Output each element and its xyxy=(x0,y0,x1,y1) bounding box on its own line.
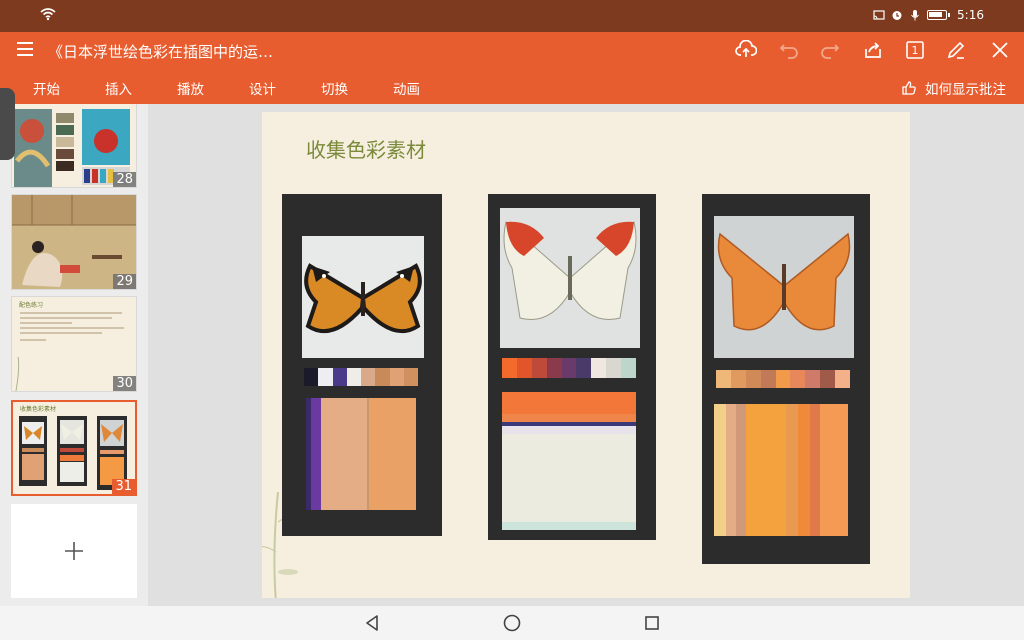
undo-icon[interactable] xyxy=(777,38,801,62)
slide-canvas: 收集色彩素材 xyxy=(148,104,1024,606)
slide-number: 29 xyxy=(113,274,136,289)
comment-help-label: 如何显示批注 xyxy=(925,82,1006,98)
slide-number: 31 xyxy=(112,479,135,494)
page-view-icon[interactable]: 1 xyxy=(903,38,927,62)
system-nav-bar xyxy=(0,606,1024,640)
slide-thumbnail-30[interactable]: 配色练习 30 xyxy=(11,296,137,392)
slide-thumbnail-31[interactable]: 收集色彩素材 31 xyxy=(11,400,137,496)
slide-thumbnail-28[interactable]: 28 xyxy=(11,104,137,188)
cloud-upload-icon[interactable] xyxy=(734,38,758,62)
menu-icon[interactable] xyxy=(14,38,38,62)
slides-panel: 28 29 配色练习 30 收集色彩素材 31 xyxy=(0,104,148,606)
tab-insert[interactable]: 插入 xyxy=(105,78,132,98)
plus-icon xyxy=(65,542,83,560)
slide-thumbnail-29[interactable]: 29 xyxy=(11,194,137,290)
current-slide[interactable]: 收集色彩素材 xyxy=(262,112,910,598)
color-strip xyxy=(502,358,637,378)
tab-play[interactable]: 播放 xyxy=(177,78,204,98)
color-block xyxy=(714,404,848,536)
battery-icon xyxy=(927,10,951,20)
color-sample-card-3 xyxy=(702,194,870,564)
home-icon[interactable] xyxy=(502,613,522,633)
recents-icon[interactable] xyxy=(642,613,662,633)
redo-icon[interactable] xyxy=(818,38,842,62)
slide-number: 28 xyxy=(113,172,136,187)
ribbon-tabs: 开始 插入 播放 设计 切换 动画 如何显示批注 xyxy=(0,68,1024,104)
color-strip xyxy=(304,368,418,386)
tab-animation[interactable]: 动画 xyxy=(393,78,420,98)
document-title[interactable]: 《日本浮世绘色彩在插图中的运… xyxy=(48,41,273,62)
tab-start[interactable]: 开始 xyxy=(33,78,60,98)
butterfly-photo xyxy=(302,236,424,358)
wifi-icon xyxy=(40,7,56,24)
app-bar: 《日本浮世绘色彩在插图中的运… 1 xyxy=(0,32,1024,68)
cast-icon xyxy=(873,9,885,21)
alarm-icon xyxy=(891,9,903,21)
edit-icon[interactable] xyxy=(944,38,968,62)
comment-help-link[interactable]: 如何显示批注 xyxy=(901,78,1006,98)
close-icon[interactable] xyxy=(988,38,1012,62)
share-icon[interactable] xyxy=(861,38,885,62)
panel-drag-handle[interactable] xyxy=(0,88,15,160)
status-bar: 5:16 xyxy=(0,0,1024,32)
back-icon[interactable] xyxy=(362,613,382,633)
butterfly-photo xyxy=(714,216,854,358)
mic-icon xyxy=(909,9,921,21)
slide-title: 收集色彩素材 xyxy=(306,138,426,162)
add-slide-button[interactable] xyxy=(11,504,137,598)
color-sample-card-2 xyxy=(488,194,656,540)
thumbs-up-icon xyxy=(902,81,916,95)
color-strip xyxy=(716,370,851,388)
color-sample-card-1 xyxy=(282,194,442,536)
color-block xyxy=(306,398,416,510)
page-indicator: 1 xyxy=(911,43,919,57)
color-block xyxy=(502,392,636,530)
tab-transition[interactable]: 切换 xyxy=(321,78,348,98)
slide-number: 30 xyxy=(113,376,136,391)
tab-design[interactable]: 设计 xyxy=(249,78,276,98)
butterfly-photo xyxy=(500,208,640,348)
clock: 5:16 xyxy=(957,8,984,22)
